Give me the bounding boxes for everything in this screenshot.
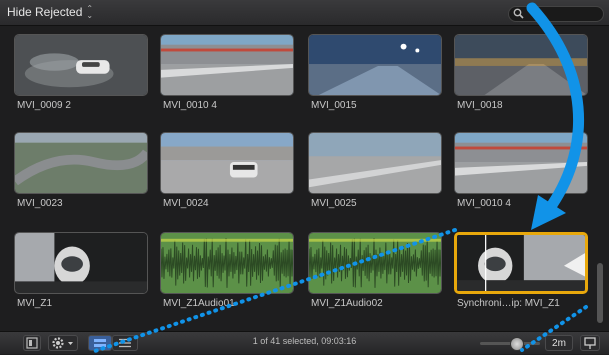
clip-tile[interactable]: MVI_0015 <box>308 34 442 112</box>
clip-browser-grid: MVI_0009 2 MVI_0010 4 MVI_0015 MVI_0018 … <box>0 25 590 330</box>
clip-thumbnail-image <box>309 233 441 293</box>
clip-height-button[interactable] <box>580 335 600 351</box>
clip-name-label: MVI_Z1Audio02 <box>311 298 383 309</box>
clip-name-label: Synchroni…ip: MVI_Z1 <box>457 298 560 309</box>
clip-tile[interactable]: MVI_0010 4 <box>160 34 294 112</box>
clip-name-label: MVI_0015 <box>311 100 357 111</box>
clip-tile[interactable]: MVI_0025 <box>308 132 442 210</box>
vertical-scrollbar[interactable] <box>596 28 604 328</box>
clip-thumbnail-image <box>161 133 293 193</box>
clip-thumbnail-image <box>455 35 587 95</box>
zoom-slider-knob[interactable] <box>510 337 524 351</box>
clip-thumbnail-image <box>15 133 147 193</box>
clip-name-label: MVI_Z1Audio01 <box>163 298 235 309</box>
clip-height-icon <box>584 337 596 349</box>
clip-thumbnail-image <box>161 233 293 293</box>
clip-name-label: MVI_0010 4 <box>163 100 217 111</box>
clip-thumbnail[interactable] <box>454 34 588 96</box>
clip-name-label: MVI_0023 <box>17 198 63 209</box>
clip-tile[interactable]: MVI_Z1Audio01 <box>160 232 294 310</box>
browser-toolbar: Hide Rejected ⌃ ⌄ <box>0 0 609 26</box>
clip-name-label: MVI_Z1 <box>17 298 53 309</box>
clip-name-label: MVI_0010 4 <box>457 198 511 209</box>
search-field[interactable] <box>508 6 604 22</box>
clip-thumbnail[interactable] <box>14 132 148 194</box>
clip-name-label: MVI_0009 2 <box>17 100 71 111</box>
clip-tile[interactable]: MVI_0018 <box>454 34 588 112</box>
clip-thumbnail[interactable] <box>308 34 442 96</box>
clip-thumbnail-image <box>161 35 293 95</box>
clip-thumbnail-image <box>15 233 147 293</box>
clip-tile[interactable]: MVI_0010 4 <box>454 132 588 210</box>
clip-thumbnail-image <box>455 133 587 193</box>
clip-thumbnail[interactable] <box>454 132 588 194</box>
clip-thumbnail[interactable] <box>160 34 294 96</box>
clip-tile[interactable]: MVI_0024 <box>160 132 294 210</box>
clip-thumbnail[interactable] <box>160 132 294 194</box>
clip-thumbnail[interactable] <box>454 232 588 294</box>
popup-stepper-icon: ⌃ ⌄ <box>86 4 94 20</box>
browser-bottom-bar: 1 of 41 selected, 09:03:16 2m <box>0 331 609 354</box>
clip-thumbnail[interactable] <box>14 34 148 96</box>
clip-thumbnail-image <box>457 235 585 291</box>
clip-thumbnail-image <box>15 35 147 95</box>
clip-thumbnail[interactable] <box>308 232 442 294</box>
scrollbar-knob[interactable] <box>597 263 603 323</box>
clip-tile[interactable]: MVI_Z1Audio02 <box>308 232 442 310</box>
clip-name-label: MVI_0024 <box>163 198 209 209</box>
clip-thumbnail[interactable] <box>160 232 294 294</box>
clip-name-label: MVI_0018 <box>457 100 503 111</box>
clip-name-label: MVI_0025 <box>311 198 357 209</box>
clip-tile[interactable]: MVI_0009 2 <box>14 34 148 112</box>
clip-tile[interactable]: MVI_Z1 <box>14 232 148 310</box>
clip-tile[interactable]: MVI_0023 <box>14 132 148 210</box>
duration-popup-button[interactable]: 2m <box>545 335 573 351</box>
clip-thumbnail-image <box>309 133 441 193</box>
clip-tile[interactable]: Synchroni…ip: MVI_Z1 <box>454 232 588 310</box>
clip-thumbnail-image <box>309 35 441 95</box>
filter-label: Hide Rejected <box>7 5 83 19</box>
search-icon <box>513 8 524 19</box>
clip-thumbnail[interactable] <box>308 132 442 194</box>
filter-popup-button[interactable]: Hide Rejected ⌃ ⌄ <box>7 4 93 20</box>
clip-thumbnail[interactable] <box>14 232 148 294</box>
